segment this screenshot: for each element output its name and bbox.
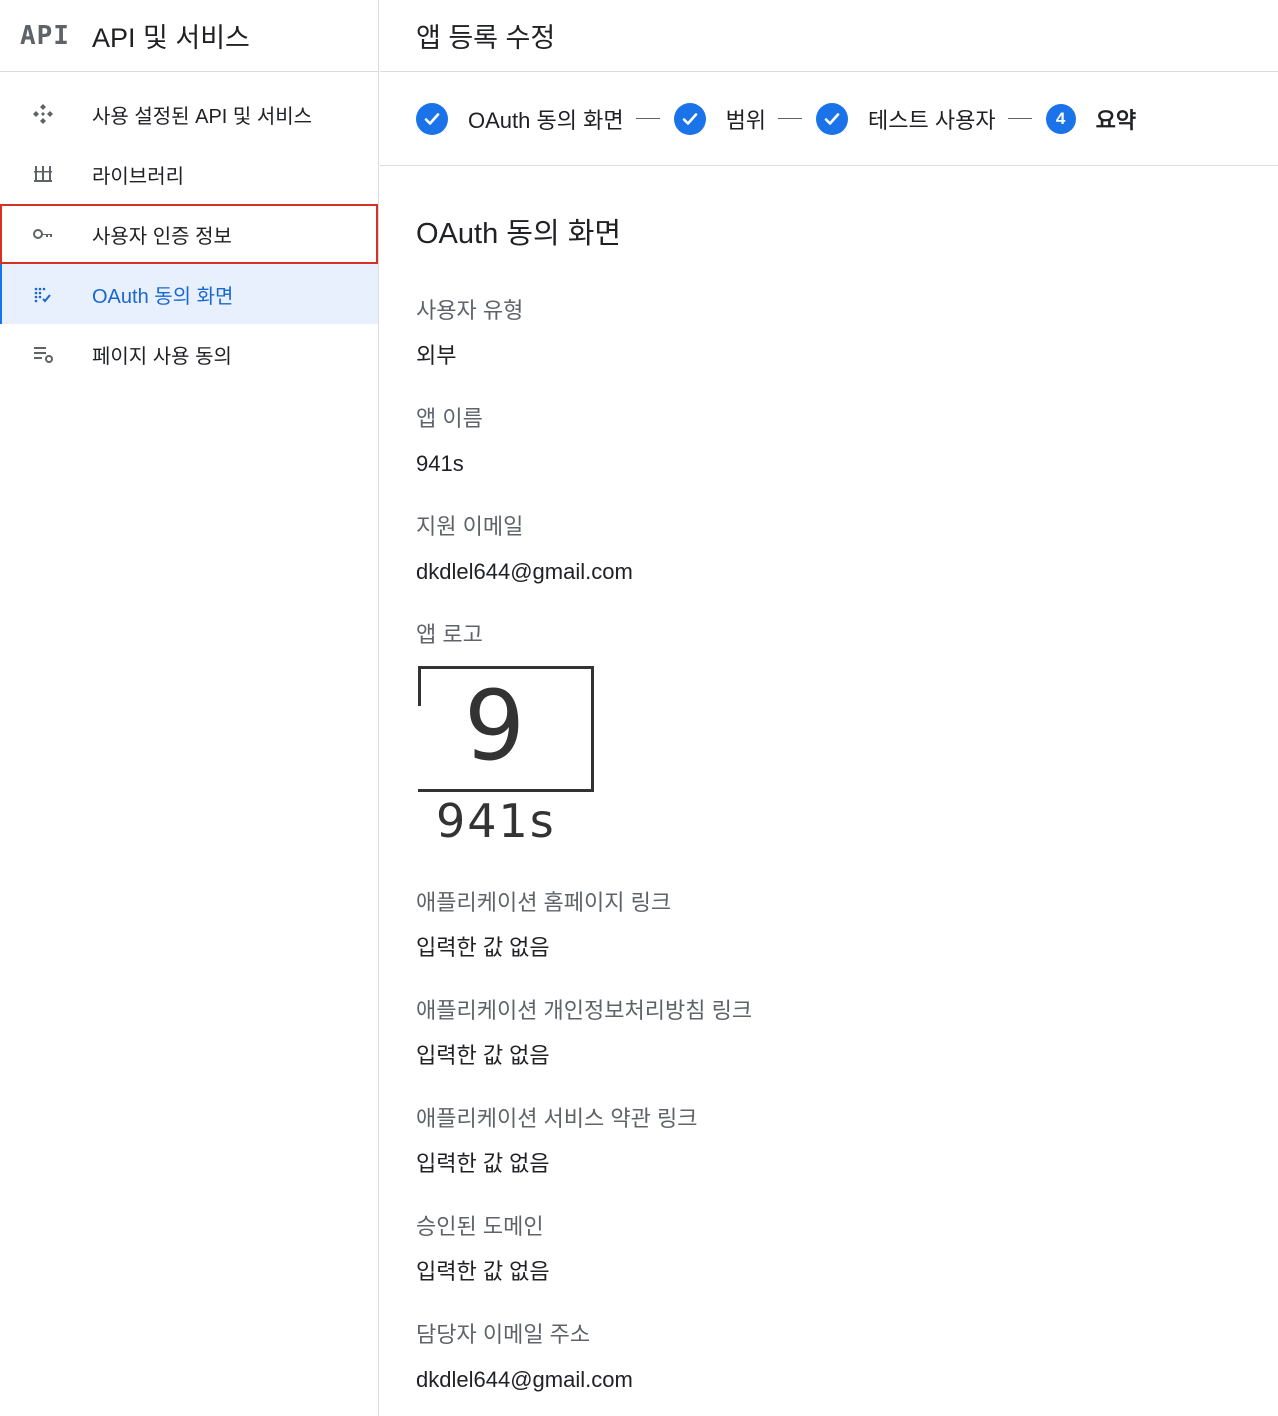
sidebar-item-library[interactable]: 라이브러리: [0, 144, 378, 204]
field-authorized-domains: 승인된 도메인 입력한 값 없음: [416, 1210, 1278, 1292]
library-icon: [30, 161, 56, 187]
summary-content: OAuth 동의 화면 사용자 유형 외부 앱 이름 941s 지원 이메일 d…: [380, 166, 1278, 1400]
field-user-type: 사용자 유형 외부: [416, 294, 1278, 376]
sidebar-item-label: 라이브러리: [92, 165, 184, 188]
sidebar-item-label: 사용자 인증 정보: [92, 225, 232, 248]
step-label: 요약: [1095, 107, 1137, 133]
sidebar-item-label: 페이지 사용 동의: [92, 345, 232, 368]
field-value: dkdlel644@gmail.com: [416, 559, 633, 584]
step-number-badge: 4: [1045, 103, 1076, 134]
step-oauth-consent[interactable]: OAuth 동의 화면: [416, 102, 624, 135]
step-label: 범위: [725, 107, 767, 133]
sidebar-item-oauth-consent[interactable]: OAuth 동의 화면: [0, 264, 378, 324]
sidebar-nav: 사용 설정된 API 및 서비스 라이브러리 사용자 인증 정보 OAuth 동…: [0, 72, 378, 384]
check-icon: [816, 102, 849, 135]
step-separator: [1007, 118, 1032, 119]
field-homepage-link: 애플리케이션 홈페이지 링크 입력한 값 없음: [416, 886, 1278, 968]
check-icon: [673, 102, 706, 135]
sidebar-item-credentials[interactable]: 사용자 인증 정보: [0, 204, 378, 264]
field-label: 애플리케이션 개인정보처리방침 링크: [416, 998, 753, 1023]
field-value: 외부: [416, 343, 457, 368]
step-separator: [635, 118, 660, 119]
logo-text: 941s: [436, 794, 556, 848]
stepper: OAuth 동의 화면 범위 테스트 사용자 4 요약: [380, 72, 1278, 166]
sidebar-header: API API 및 서비스: [0, 0, 378, 72]
field-support-email: 지원 이메일 dkdlel644@gmail.com: [416, 510, 1278, 592]
field-label: 지원 이메일: [416, 514, 524, 539]
field-value: 입력한 값 없음: [416, 1043, 550, 1068]
main-panel: 앱 등록 수정 OAuth 동의 화면 범위 테스트 사용자 4 요약 OAut…: [380, 0, 1278, 1416]
section-title: OAuth 동의 화면: [416, 218, 622, 250]
sidebar-title[interactable]: API 및 서비스: [92, 16, 250, 55]
field-label: 애플리케이션 홈페이지 링크: [416, 890, 672, 915]
logo-digit: 9: [464, 670, 526, 782]
step-label: 테스트 사용자: [868, 107, 996, 133]
field-developer-email: 담당자 이메일 주소 dkdlel644@gmail.com: [416, 1318, 1278, 1400]
settings-list-icon: [30, 341, 56, 367]
consent-icon: [30, 281, 56, 307]
step-scopes[interactable]: 범위: [673, 102, 767, 135]
field-label: 담당자 이메일 주소: [416, 1322, 591, 1347]
sidebar-item-page-consent[interactable]: 페이지 사용 동의: [0, 324, 378, 384]
field-value: 입력한 값 없음: [416, 935, 550, 960]
page-title: 앱 등록 수정: [416, 23, 556, 53]
field-label: 앱 이름: [416, 406, 483, 431]
api-logo: API: [20, 20, 70, 51]
main-header: 앱 등록 수정: [380, 0, 1278, 72]
sidebar-item-enabled-apis[interactable]: 사용 설정된 API 및 서비스: [0, 84, 378, 144]
field-app-name: 앱 이름 941s: [416, 402, 1278, 484]
field-value: dkdlel644@gmail.com: [416, 1367, 633, 1392]
field-tos-link: 애플리케이션 서비스 약관 링크 입력한 값 없음: [416, 1102, 1278, 1184]
step-test-users[interactable]: 테스트 사용자: [816, 102, 996, 135]
field-label: 승인된 도메인: [416, 1214, 544, 1239]
key-icon: [30, 221, 56, 247]
field-label: 사용자 유형: [416, 298, 524, 323]
sidebar: API API 및 서비스 사용 설정된 API 및 서비스 라이브러리 사용자…: [0, 0, 379, 1416]
logo-frame-left: [418, 666, 421, 706]
field-value: 입력한 값 없음: [416, 1151, 550, 1176]
field-value: 입력한 값 없음: [416, 1259, 550, 1284]
field-label: 애플리케이션 서비스 약관 링크: [416, 1106, 698, 1131]
app-logo-image: 9 941s: [416, 666, 596, 856]
field-label: 앱 로고: [416, 622, 483, 647]
step-summary[interactable]: 4 요약: [1045, 103, 1137, 135]
field-app-logo: 앱 로고 9 941s: [416, 618, 1278, 856]
step-label: OAuth 동의 화면: [468, 107, 624, 133]
sidebar-item-label: OAuth 동의 화면: [92, 285, 234, 308]
diamond-grid-icon: [30, 101, 56, 127]
sidebar-item-label: 사용 설정된 API 및 서비스: [92, 105, 313, 128]
step-separator: [778, 118, 803, 119]
check-icon: [416, 102, 448, 135]
field-privacy-link: 애플리케이션 개인정보처리방침 링크 입력한 값 없음: [416, 994, 1278, 1076]
field-value: 941s: [416, 451, 464, 476]
